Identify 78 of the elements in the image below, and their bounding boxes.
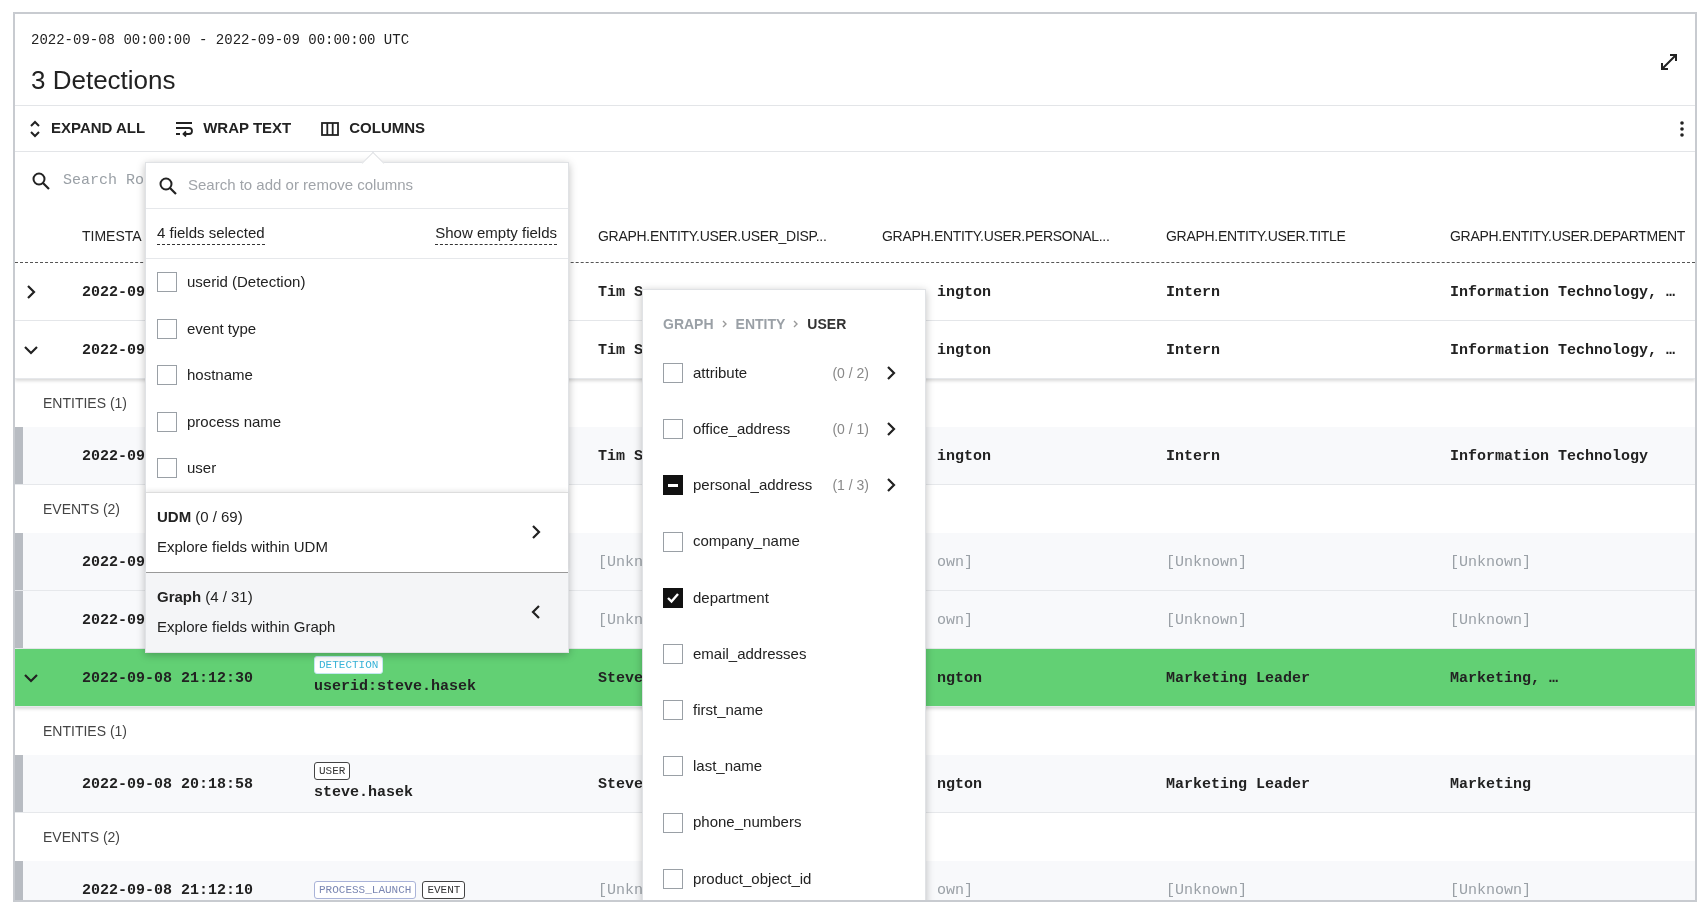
table-cell: 2022-09 (82, 611, 145, 629)
field-label: last_name (693, 756, 763, 777)
section-label: ENTITIES (1) (43, 721, 127, 741)
source-name: UDM (157, 506, 192, 527)
table-cell-text: steve.hasek (314, 783, 415, 804)
field-label: email_addresses (693, 643, 807, 664)
field-label: user (187, 458, 217, 478)
table-cell: Steve (598, 775, 643, 793)
table-cell: Intern (1166, 283, 1220, 301)
table-cell: Information Technology (1450, 447, 1649, 465)
table-cell: 2022-09-08 21:12:10 (82, 881, 254, 899)
table-cell: own] (937, 553, 973, 571)
source-description: Explore fields within UDM (157, 537, 328, 557)
table-cell: own] (937, 881, 973, 899)
table-cell: Marketing, … (1450, 669, 1559, 687)
source-name: Graph (157, 586, 202, 607)
field-label: phone_numbers (693, 812, 802, 833)
source-count: (4 / 31) (205, 586, 253, 607)
search-placeholder: Search to add or remove columns (188, 175, 414, 196)
table-cell: 2022-09 (82, 341, 145, 359)
table-cell: 2022-09 (82, 447, 145, 465)
field-label: attribute (693, 362, 748, 383)
table-cell: own] (937, 611, 973, 629)
table-cell-text: userid:steve.hasek (314, 677, 478, 698)
table-cell: 2022-09 (82, 553, 145, 571)
table-cell: Information Technology, … (1450, 283, 1676, 301)
table-cell: [Unknown] (1166, 553, 1247, 571)
table-cell: [Unknown] (1450, 881, 1531, 899)
field-count: (0 / 1) (832, 419, 869, 439)
table-cell: ington (937, 341, 991, 359)
breadcrumb-item: USER (807, 314, 847, 334)
section-label: EVENTS (2) (43, 827, 120, 847)
table-cell: 2022-09-08 20:18:58 (82, 775, 254, 793)
table-cell: Marketing Leader (1166, 775, 1311, 793)
field-label: company_name (693, 531, 800, 552)
date-range: 2022-09-08 00:00:00 - 2022-09-09 00:00:00 UTC (31, 31, 410, 50)
field-label: office_address (693, 419, 791, 440)
table-cell: [Unknown] (1166, 881, 1247, 899)
table-cell: Steve (598, 669, 643, 687)
table-cell: Marketing (1450, 775, 1531, 793)
field-label: product_object_id (693, 868, 812, 889)
table-cell: [Unkn (598, 553, 643, 571)
table-cell: 2022-09 (82, 283, 145, 301)
field-label: userid (Detection) (187, 272, 306, 292)
type-tag: EVENT (422, 880, 466, 899)
table-cell: Marketing Leader (1166, 669, 1311, 687)
field-label: first_name (693, 699, 764, 720)
table-cell: [Unkn (598, 611, 643, 629)
table-cell: Intern (1166, 341, 1220, 359)
table-cell: [Unknown] (1450, 553, 1531, 571)
table-cell: [Unkn (598, 881, 643, 899)
field-count: (0 / 2) (832, 363, 869, 383)
field-label: department (693, 587, 769, 608)
field-count: (1 / 3) (832, 475, 869, 495)
table-cell: ington (937, 283, 991, 301)
type-tag: DETECTION (314, 656, 384, 675)
table-cell: [Unknown] (1166, 611, 1247, 629)
field-label: personal_address (693, 475, 813, 496)
table-cell: Information Technology, … (1450, 341, 1676, 359)
field-label: process name (187, 411, 282, 432)
section-label: EVENTS (2) (43, 499, 120, 519)
table-cell: [Unknown] (1450, 611, 1531, 629)
table-cell: Tim S (598, 283, 643, 301)
field-label: event type (187, 318, 257, 339)
table-cell: Tim S (598, 447, 643, 465)
table-cell: Intern (1166, 447, 1220, 465)
table-cell: 2022-09-08 21:12:30 (82, 669, 254, 687)
panel-title: 3 Detections (31, 64, 177, 97)
table-cell: ngton (937, 669, 982, 687)
type-tag: USER (314, 762, 351, 781)
table-cell: ington (937, 447, 991, 465)
table-cell: Tim S (598, 341, 643, 359)
source-count: (0 / 69) (195, 506, 243, 527)
source-description: Explore fields within Graph (157, 617, 336, 637)
table-cell: ngton (937, 775, 982, 793)
type-tag: PROCESS_LAUNCH (314, 880, 417, 899)
section-label: ENTITIES (1) (43, 393, 127, 413)
field-label: hostname (187, 365, 253, 385)
